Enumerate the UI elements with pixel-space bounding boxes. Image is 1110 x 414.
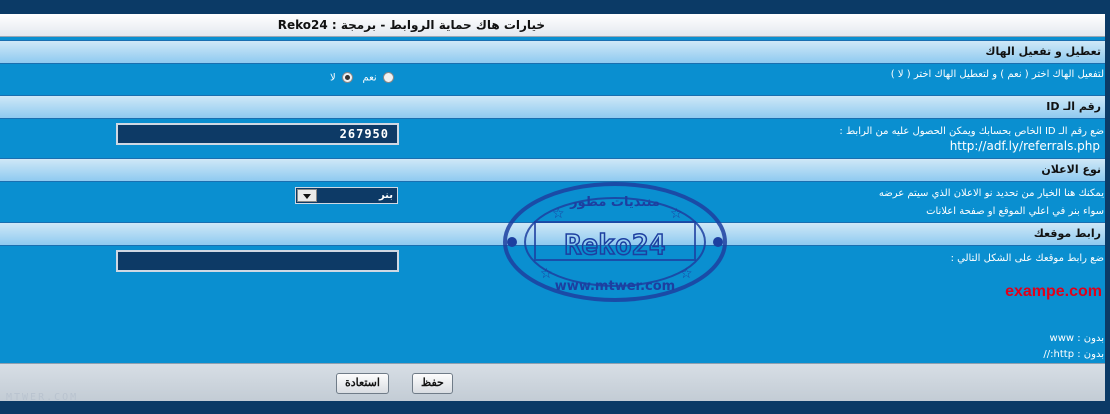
chevron-down-icon[interactable] (297, 189, 317, 202)
form-footer: حفظ استعادة (0, 363, 1105, 401)
section-head-site-url: رابط موقعك (0, 222, 1105, 246)
top-border (0, 0, 1110, 14)
radio-yes-label: نعم (362, 72, 377, 84)
page: خيارات هاك حماية الروابط - برمجة : Reko2… (0, 0, 1110, 414)
ad-type-description-line2: سواء بنر في اعلي الموقع او صفحة اعلانات (926, 206, 1104, 217)
right-border (1105, 0, 1110, 414)
restore-button[interactable]: استعادة (336, 373, 389, 394)
id-description: ضع رقم الـ ID الخاص بحسابك ويمكن الحصول … (839, 126, 1104, 137)
ad-type-description-line1: يمكنك هنا الخيار من تحديد نو الاعلان الذ… (878, 188, 1104, 199)
ad-type-select[interactable]: بنر (295, 187, 398, 204)
site-url-description: ضع رابط موقعك على الشكل التالي : (950, 253, 1104, 264)
no-http-note: بدون : http:// (1043, 349, 1104, 360)
save-button[interactable]: حفظ (412, 373, 453, 394)
ad-type-selected: بنر (378, 190, 393, 201)
toggle-radio-group: نعم لا (330, 72, 394, 86)
example-url: exampe.com (1005, 283, 1102, 300)
id-input[interactable]: 267950 (116, 123, 399, 145)
toggle-description: لتفعيل الهاك اختر ( نعم ) و لتعطيل الهاك… (890, 69, 1104, 80)
referrals-url: http://adf.ly/referrals.php (949, 139, 1100, 153)
section-head-ad-type: نوع الاعلان (0, 158, 1105, 182)
site-url-input[interactable] (116, 250, 399, 272)
radio-yes[interactable] (382, 72, 394, 83)
radio-no-label: لا (330, 72, 336, 84)
site-watermark: MTWER.COM (6, 392, 79, 403)
no-www-note: بدون : www (1049, 333, 1104, 344)
panel-title: خيارات هاك حماية الروابط - برمجة : Reko2… (277, 18, 545, 32)
radio-no[interactable] (341, 72, 353, 83)
section-head-toggle: تعطيل و تفعيل الهاك (0, 40, 1105, 64)
panel-title-bar: خيارات هاك حماية الروابط - برمجة : Reko2… (0, 14, 1105, 37)
section-head-id: رقم الـ ID (0, 95, 1105, 119)
